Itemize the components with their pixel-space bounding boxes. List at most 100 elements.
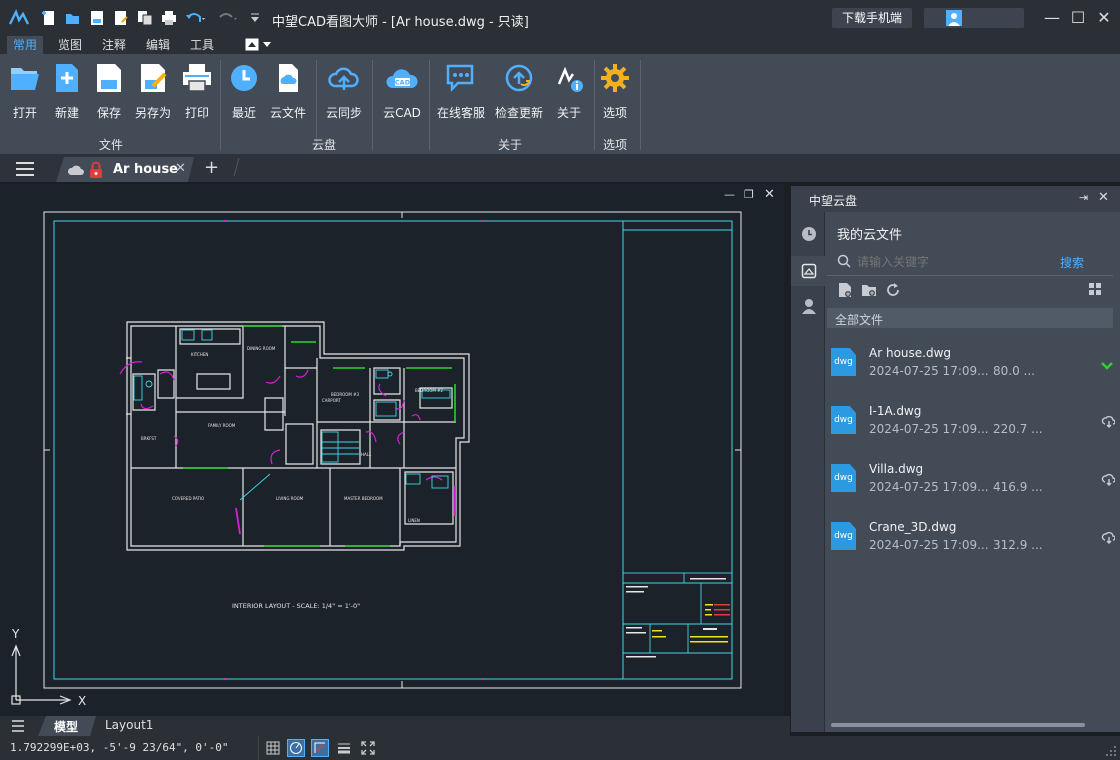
online-service-button[interactable]: 在线客服 [437,62,485,122]
customize-icon[interactable] [249,10,261,26]
ortho-toggle[interactable] [311,739,329,757]
user-icon[interactable] [801,298,817,314]
resize-grip-icon[interactable] [1104,744,1118,758]
panel-close-icon[interactable]: ✕ [1098,190,1109,205]
cloud-file-button[interactable]: 云文件 [266,62,310,122]
grid-view-icon[interactable] [1088,282,1102,296]
file-row[interactable]: dwg Crane_3D.dwg 2024-07-25 17:09... 312… [829,518,1119,576]
cloud-panel-header: 中望云盘 ⇥ ✕ [791,186,1120,212]
cloud-sync-button[interactable]: 云同步 [322,62,366,122]
tab-annotate[interactable]: 注释 [96,36,132,54]
drawing-caption: INTERIOR LAYOUT - SCALE: 1/4" = 1'-0" [232,602,360,610]
fullscreen-icon[interactable] [361,741,375,755]
group-label-options: 选项 [603,138,628,152]
lineweight-icon[interactable] [338,742,350,754]
ribbon-separator [429,60,430,150]
tab-tools[interactable]: 工具 [184,36,220,54]
new-folder-icon[interactable] [861,282,877,298]
search-bar: 搜索 [827,248,1113,276]
file-row[interactable]: dwg Ar house.dwg 2024-07-25 17:09... 80.… [829,344,1119,402]
cloud-panel-sidebar [791,212,825,732]
print-icon[interactable] [161,10,177,26]
file-row[interactable]: dwg I-1A.dwg 2024-07-25 17:09... 220.7 .… [829,402,1119,460]
add-tab-icon[interactable]: + [204,157,219,178]
save-as-button[interactable]: 另存为 [131,62,175,122]
group-label-cloud: 云盘 [312,138,337,152]
download-mobile-button[interactable]: 下载手机端 [832,8,912,28]
dwg-file-icon: dwg [831,406,856,434]
recent-clock-icon[interactable] [801,226,817,242]
tab-common[interactable]: 常用 [7,36,44,54]
ribbon: 打开 新建 保存 另存为 打印 文件 最近 云文件 云同步 CAD 云CAD 云 [0,54,1120,154]
options-button[interactable]: 选项 [593,62,637,122]
user-button[interactable] [924,8,1024,28]
room-label-brkfst: BRKFST [141,436,157,441]
minimize-button[interactable]: — [1042,8,1062,28]
cloud-sync-icon [328,67,359,90]
grid-toggle-icon[interactable] [266,741,280,755]
room-label-master: MASTER BEDROOM [344,496,383,501]
file-date: 2024-07-25 17:09... [869,422,989,436]
refresh-icon[interactable] [885,282,901,298]
save-button[interactable]: 保存 [87,62,131,122]
cloud-download-icon[interactable] [1101,414,1115,428]
tab-edit[interactable]: 编辑 [140,36,176,54]
snap-toggle[interactable] [287,739,305,757]
cursor-coordinates: 1.792299E+03, -5'-9 23/64", 0'-0" [10,741,229,754]
save-icon [97,64,121,92]
redo-icon[interactable] [217,10,239,26]
recent-button[interactable]: 最近 [222,62,266,122]
layout-menu-icon[interactable] [12,720,24,732]
save-as-icon[interactable] [113,10,129,26]
all-files-header: 全部文件 [827,308,1113,328]
ribbon-collapse-icon[interactable] [245,38,273,52]
print-button[interactable]: 打印 [175,62,219,122]
file-date: 2024-07-25 17:09... [869,364,989,378]
hamburger-menu-icon[interactable] [16,162,34,176]
maximize-button[interactable]: ☐ [1068,8,1088,28]
file-date: 2024-07-25 17:09... [869,538,989,552]
search-button[interactable]: 搜索 [1060,254,1084,271]
open-icon[interactable] [65,10,81,26]
check-update-button[interactable]: 检查更新 [495,62,543,122]
cloud-cad-button[interactable]: CAD 云CAD [380,62,424,122]
cloud-download-icon[interactable] [1101,530,1115,544]
about-button[interactable]: 关于 [547,62,591,122]
tab-view[interactable]: 览图 [52,36,88,54]
group-label-about: 关于 [498,138,523,152]
tab-model[interactable]: 模型 [38,716,96,736]
panel-scrollbar[interactable] [831,723,1085,727]
close-button[interactable]: ✕ [1094,8,1114,28]
cloud-cad-icon: CAD [386,69,418,88]
file-name: Villa.dwg [869,462,924,476]
search-input[interactable] [857,252,1037,272]
ucs-x-label: X [78,694,86,708]
new-button[interactable]: 新建 [45,62,89,122]
document-tab-label: Ar house [113,162,178,177]
tab-layout1[interactable]: Layout1 [105,718,153,732]
open-button[interactable]: 打开 [3,62,47,122]
file-row[interactable]: dwg Villa.dwg 2024-07-25 17:09... 416.9 … [829,460,1119,518]
undo-icon[interactable] [185,10,207,26]
file-name: Ar house.dwg [869,346,952,360]
cloud-download-icon[interactable] [1101,472,1115,486]
close-tab-icon[interactable]: ✕ [175,161,186,176]
document-tab[interactable]: Ar house ✕ [56,157,194,182]
drawing-canvas[interactable]: — ❐ ✕ FAMILY ROOM KITCHEN DINING ROOM BE… [0,184,784,716]
new-icon[interactable] [41,10,57,26]
drawing-sheet: FAMILY ROOM KITCHEN DINING ROOM BEDROOM … [11,211,742,708]
update-icon [505,64,533,92]
file-date: 2024-07-25 17:09... [869,480,989,494]
panel-pin-icon[interactable]: ⇥ [1079,191,1088,204]
my-cloud-files-label: 我的云文件 [837,228,903,243]
ribbon-separator [220,60,221,150]
save-icon[interactable] [89,10,105,26]
cloud-panel-title: 中望云盘 [809,194,858,208]
copy-icon[interactable] [137,10,153,26]
file-size: 80.0 ... [993,364,1035,378]
cloud-home-tab[interactable] [791,256,825,286]
cloud-icon [67,164,85,176]
upload-file-icon[interactable] [837,282,853,298]
file-size: 416.9 ... [993,480,1043,494]
about-icon [557,66,583,92]
